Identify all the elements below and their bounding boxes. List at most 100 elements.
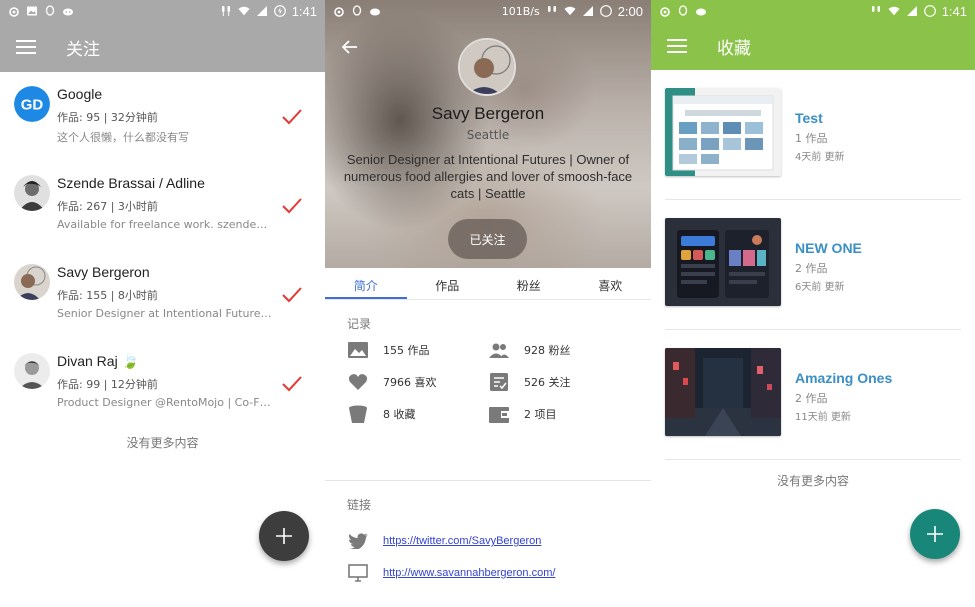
collection-updated: 11天前 更新 (795, 412, 851, 423)
collection-title: NEW ONE (795, 240, 862, 256)
gallery-icon (26, 5, 38, 17)
no-more-text: 没有更多内容 (776, 474, 849, 488)
collection-count: 1 作品 (795, 132, 828, 145)
check-icon[interactable] (281, 286, 303, 304)
user-bio: 这个人很懒，什么都没有写 (57, 131, 189, 144)
qq-icon (677, 5, 689, 17)
collection-count: 2 作品 (795, 262, 828, 275)
stat-label: 8 收藏 (383, 408, 416, 421)
collection-count: 2 作品 (795, 392, 828, 405)
collection-item[interactable]: Test 1 作品 4天前 更新 (665, 70, 961, 200)
app-bar: 收藏 (651, 22, 975, 70)
check-icon[interactable] (281, 375, 303, 393)
user-bio: Product Designer @RentoMojo | Co-F… (57, 396, 271, 409)
earphones-icon (870, 5, 882, 17)
image-icon (347, 340, 369, 360)
avatar[interactable] (458, 38, 516, 96)
status-bar: 101B/s 2:00 (325, 0, 651, 22)
stat-projects[interactable]: 2 项目 (488, 404, 629, 424)
twitter-icon (347, 531, 369, 551)
tab-followers[interactable]: 粉丝 (488, 268, 570, 299)
back-arrow-icon[interactable] (341, 38, 359, 56)
status-bar: 1:41 (651, 0, 975, 22)
twitter-link[interactable]: https://twitter.com/SavyBergeron (383, 535, 541, 547)
website-link[interactable]: http://www.savannahbergeron.com/ (383, 567, 555, 579)
menu-icon[interactable] (16, 40, 36, 54)
profile-bio: Senior Designer at Intentional Futures |… (343, 152, 633, 201)
avatar-initials: GD (21, 97, 44, 114)
battery-icon (923, 5, 936, 17)
profile-tabs: 简介 作品 粉丝 喜欢 (325, 268, 651, 300)
avatar[interactable]: GD (14, 86, 50, 122)
battery-icon (273, 5, 286, 17)
weibo-icon (8, 5, 20, 17)
page-title: 收藏 (717, 38, 751, 59)
link-row[interactable]: http://www.savannahbergeron.com/ (347, 557, 629, 589)
section-title: 链接 (347, 498, 372, 512)
plus-icon (927, 526, 943, 542)
earphones-icon (546, 5, 558, 17)
user-name: Google (57, 86, 103, 102)
user-name: Divan Raj 🍃 (57, 353, 140, 369)
collection-item[interactable]: NEW ONE 2 作品 6天前 更新 (665, 200, 961, 330)
plus-icon (276, 528, 292, 544)
list-item[interactable]: GD Google 作品: 95 | 32分钟前 这个人很懒，什么都没有写 (0, 72, 325, 161)
signal-icon (256, 5, 268, 17)
collection-title: Amazing Ones (795, 370, 893, 386)
user-name: Szende Brassai / Adline (57, 175, 205, 191)
stat-buckets[interactable]: 8 收藏 (347, 404, 488, 424)
collection-thumbnail (665, 218, 781, 306)
stat-followers[interactable]: 928 粉丝 (488, 340, 629, 360)
followed-button[interactable]: 已关注 (448, 219, 527, 259)
following-icon (488, 372, 510, 392)
clock: 2:00 (617, 3, 643, 19)
collection-item[interactable]: Amazing Ones 2 作品 11天前 更新 (665, 330, 961, 460)
stat-likes[interactable]: 7966 喜欢 (347, 372, 488, 392)
stat-following[interactable]: 526 关注 (488, 372, 629, 392)
collection-thumbnail (665, 348, 781, 436)
add-button[interactable] (910, 509, 960, 559)
collection-thumbnail (665, 88, 781, 176)
avatar[interactable] (14, 175, 50, 211)
link-row[interactable]: https://twitter.com/SavyBergeron (347, 525, 629, 557)
app-bar: 关注 (0, 22, 325, 72)
check-icon[interactable] (281, 108, 303, 126)
menu-icon[interactable] (667, 39, 687, 53)
avatar[interactable] (14, 353, 50, 389)
profile-screen: 101B/s 2:00 Savy Bergeron Seattle Senior… (325, 0, 651, 607)
network-speed: 101B/s (501, 4, 540, 18)
avatar[interactable] (14, 264, 50, 300)
wallet-icon (488, 404, 510, 424)
tab-works[interactable]: 作品 (407, 268, 489, 299)
weibo-icon (659, 5, 671, 17)
add-button[interactable] (259, 511, 309, 561)
bucket-icon (347, 404, 369, 424)
tab-likes[interactable]: 喜欢 (570, 268, 652, 299)
collections-screen: 1:41 收藏 Test 1 作品 4天前 更新 NEW ONE 2 作品 6天… (651, 0, 975, 607)
user-bio: Available for freelance work. szende… (57, 218, 268, 231)
monitor-icon (347, 563, 369, 583)
list-item[interactable]: Savy Bergeron 作品: 155 | 8小时前 Senior Desi… (0, 250, 325, 339)
check-icon[interactable] (281, 197, 303, 215)
clock: 1:41 (941, 3, 967, 19)
tab-intro[interactable]: 简介 (325, 268, 407, 299)
profile-name: Savy Bergeron (431, 104, 545, 123)
list-item[interactable]: Divan Raj 🍃 作品: 99 | 12分钟前 Product Desig… (0, 339, 325, 428)
stat-label: 7966 喜欢 (383, 376, 437, 389)
list-item[interactable]: Szende Brassai / Adline 作品: 267 | 3小时前 A… (0, 161, 325, 250)
wifi-icon (564, 5, 576, 17)
collection-updated: 6天前 更新 (795, 282, 845, 293)
clock: 1:41 (291, 3, 317, 19)
page-title: 关注 (66, 39, 100, 60)
stat-label: 155 作品 (383, 344, 430, 357)
stat-label: 526 关注 (524, 376, 571, 389)
stat-label: 928 粉丝 (524, 344, 571, 357)
signal-icon (582, 5, 594, 17)
stat-label: 2 项目 (524, 408, 557, 421)
battery-icon (599, 5, 612, 17)
status-bar: 1:41 (0, 0, 325, 22)
cat-icon (62, 5, 74, 17)
stat-shots[interactable]: 155 作品 (347, 340, 488, 360)
wifi-icon (888, 5, 900, 17)
section-title: 记录 (347, 317, 372, 331)
